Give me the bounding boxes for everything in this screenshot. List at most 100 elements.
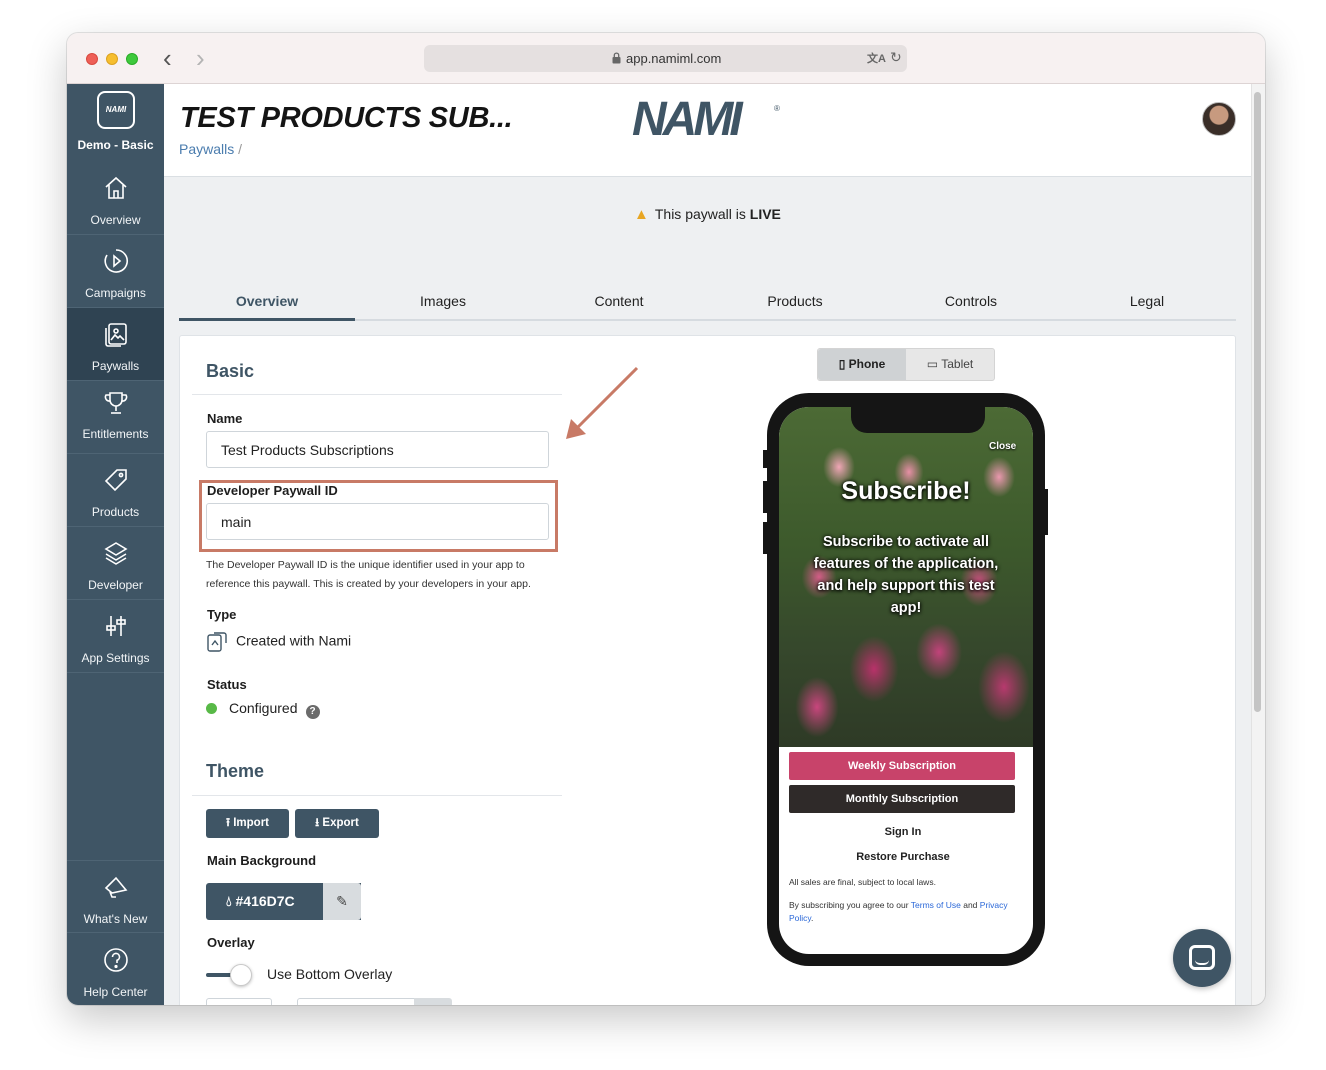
translate-icon[interactable]: 文A <box>867 50 886 66</box>
device-toggle: ▯ Phone ▭ Tablet <box>817 348 995 381</box>
device-option-tablet[interactable]: ▭ Tablet <box>906 349 994 380</box>
main-background-label: Main Background <box>207 853 317 868</box>
close-window-button[interactable] <box>86 53 98 65</box>
help-icon <box>104 948 128 972</box>
tablet-icon: ▭ <box>926 357 939 371</box>
main-content: TEST PRODUCTS SUB... Paywalls / NAMI ® ▲… <box>164 84 1265 1005</box>
device-option-phone[interactable]: ▯ Phone <box>818 349 906 380</box>
overlay-toggle[interactable] <box>230 964 252 986</box>
device-phone-label: Phone <box>848 357 886 371</box>
sidebar-item-label: Overview <box>90 213 141 227</box>
reload-icon[interactable]: ↻ <box>890 49 902 66</box>
user-avatar[interactable] <box>1202 102 1236 136</box>
eyedropper-icon[interactable]: ✎ <box>414 998 452 1005</box>
sidebar-item-entitlements[interactable]: Entitlements <box>67 381 164 454</box>
overlay-radius-select[interactable]: 8px ▼ <box>206 998 272 1005</box>
warning-icon: ▲ <box>634 206 649 223</box>
registered-mark: ® <box>774 104 780 113</box>
nami-logo: NAMI <box>632 93 743 146</box>
name-label: Name <box>207 411 243 426</box>
status-value-row: Configured? <box>206 700 320 719</box>
sidebar-item-paywalls[interactable]: Paywalls <box>67 308 164 381</box>
type-value-row: Created with Nami <box>206 631 351 653</box>
developer-paywall-id-help: The Developer Paywall ID is the unique i… <box>206 559 531 590</box>
sidebar: NAMI Demo - Basic Overview Campaigns Pay… <box>67 84 164 1005</box>
sidebar-item-label: Paywalls <box>91 359 140 373</box>
tab-content[interactable]: Content <box>531 293 707 309</box>
basic-section-title: Basic <box>206 361 255 381</box>
org-name: Demo - Basic <box>77 138 154 152</box>
page-header: TEST PRODUCTS SUB... Paywalls / NAMI ® <box>164 84 1251 177</box>
sliders-icon <box>106 616 126 636</box>
tab-legal[interactable]: Legal <box>1059 293 1235 309</box>
tab-images[interactable]: Images <box>355 293 531 309</box>
overlay-color-field[interactable]: 💧︎ #FFFFFF <box>297 998 415 1005</box>
preview-sign-in-link[interactable]: Sign In <box>779 826 1027 838</box>
home-icon <box>105 176 127 199</box>
sidebar-item-help-center[interactable]: Help Center <box>67 934 164 1005</box>
sidebar-item-label: Campaigns <box>85 286 146 300</box>
sidebar-item-campaigns[interactable]: Campaigns <box>67 235 164 308</box>
export-button[interactable]: ⭳ Export <box>295 809 379 838</box>
tab-products[interactable]: Products <box>707 293 883 309</box>
breadcrumb-separator: / <box>238 141 243 157</box>
eyedropper-icon[interactable]: ✎ <box>323 883 361 920</box>
preview-terms-link[interactable]: Terms of Use <box>911 900 961 910</box>
sidebar-item-developer[interactable]: Developer <box>67 527 164 600</box>
address-bar[interactable]: app.namiml.com 文A ↻ <box>424 45 907 72</box>
live-status: LIVE <box>749 206 781 222</box>
paywall-settings-card: Basic Name Developer Paywall ID The Deve… <box>179 335 1236 1005</box>
name-input[interactable] <box>206 431 549 468</box>
sidebar-item-whats-new[interactable]: What's New <box>67 860 164 933</box>
tab-overview[interactable]: Overview <box>179 293 355 309</box>
preview-legal-text: All sales are final, subject to local la… <box>789 877 936 887</box>
paywall-preview-screen: Close Subscribe! Subscribe to activate a… <box>779 407 1033 954</box>
preview-terms-text: By subscribing you agree to our Terms of… <box>789 899 1019 925</box>
sidebar-item-label: App Settings <box>81 651 150 665</box>
type-label: Type <box>207 607 237 622</box>
active-tab-indicator <box>179 318 355 321</box>
minimize-window-button[interactable] <box>106 53 118 65</box>
sidebar-item-products[interactable]: Products <box>67 454 164 527</box>
paywall-tabs: Overview Images Content Products Control… <box>179 259 1236 321</box>
preview-monthly-button[interactable]: Monthly Subscription <box>789 785 1015 813</box>
phone-icon: ▯ <box>838 357 846 371</box>
trophy-icon <box>104 392 128 414</box>
type-value: Created with Nami <box>236 632 352 649</box>
sidebar-item-label: Entitlements <box>82 427 149 441</box>
overlay-toggle-label: Use Bottom Overlay <box>267 966 393 982</box>
url-text: app.namiml.com <box>626 51 722 66</box>
status-dot-icon <box>206 703 217 714</box>
breadcrumb: Paywalls / <box>179 141 242 157</box>
theme-section-title: Theme <box>206 761 265 781</box>
phone-preview-frame: Close Subscribe! Subscribe to activate a… <box>767 393 1045 966</box>
browser-window: ‹ › app.namiml.com 文A ↻ NAMI Demo - Basi… <box>67 33 1265 1005</box>
sidebar-item-label: Products <box>91 505 140 519</box>
sidebar-item-overview[interactable]: Overview <box>67 162 164 235</box>
page-title: TEST PRODUCTS SUB... <box>180 102 513 134</box>
upload-icon: ⭱ <box>225 817 231 829</box>
download-icon: ⭳ <box>315 817 320 829</box>
breadcrumb-paywalls-link[interactable]: Paywalls <box>179 141 234 157</box>
preview-close-button[interactable]: Close <box>989 441 1016 452</box>
live-banner-text: This paywall is <box>654 206 746 222</box>
chat-support-button[interactable] <box>1173 929 1231 987</box>
tab-controls[interactable]: Controls <box>883 293 1059 309</box>
sidebar-item-label: Developer <box>88 578 143 592</box>
developer-paywall-id-input[interactable] <box>206 503 549 540</box>
megaphone-icon <box>104 876 128 898</box>
nami-created-icon <box>207 632 227 652</box>
scrollbar-thumb[interactable] <box>1254 92 1261 712</box>
zoom-window-button[interactable] <box>126 53 138 65</box>
preview-terms-prefix: By subscribing you agree to our <box>789 900 909 910</box>
org-logo: NAMI <box>97 91 135 129</box>
org-switcher[interactable]: NAMI Demo - Basic <box>67 84 164 162</box>
forward-arrow-icon[interactable]: › <box>196 45 205 71</box>
preview-restore-link[interactable]: Restore Purchase <box>779 851 1027 863</box>
preview-weekly-button[interactable]: Weekly Subscription <box>789 752 1015 780</box>
help-question-icon[interactable]: ? <box>305 705 320 719</box>
droplet-icon: 💧︎ <box>226 893 232 909</box>
import-button[interactable]: ⭱ Import <box>206 809 289 838</box>
sidebar-item-app-settings[interactable]: App Settings <box>67 600 164 673</box>
back-arrow-icon[interactable]: ‹ <box>163 45 172 71</box>
